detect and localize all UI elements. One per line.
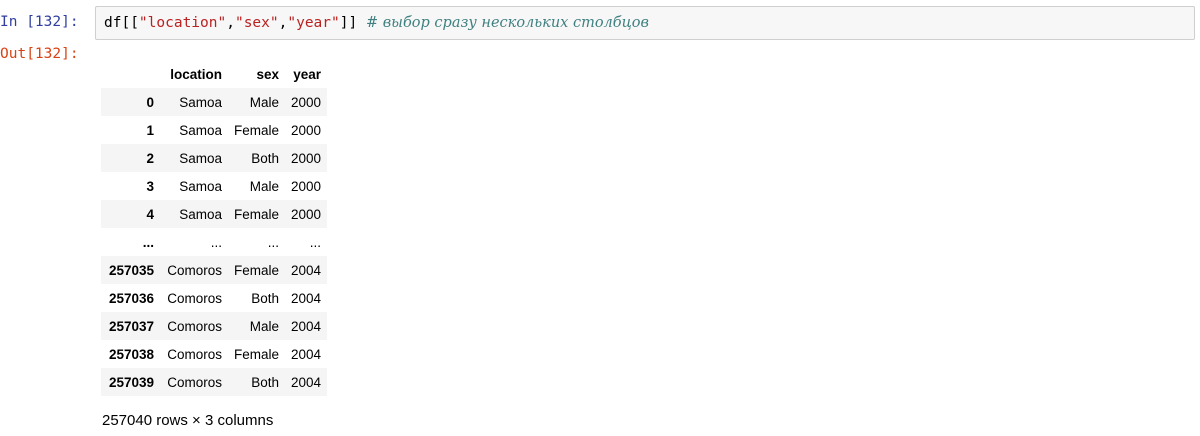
- cell-location: Comoros: [167, 262, 222, 278]
- row-index: 257038: [108, 346, 154, 362]
- code-line: df[["location","sex","year"]] # выбор ср…: [104, 15, 649, 31]
- cell-year: ...: [309, 234, 322, 250]
- cell-year: 2004: [291, 346, 322, 362]
- row-index: 257036: [108, 290, 154, 306]
- dataframe-table: location sex year 0 Samoa Male 2000 1 Sa…: [101, 60, 328, 396]
- row-index: 0: [146, 94, 154, 110]
- row-index: 257035: [108, 262, 154, 278]
- row-index: 257039: [108, 374, 154, 390]
- table-row: 0 Samoa Male 2000: [101, 88, 328, 116]
- table-row: 257039 Comoros Both 2004: [101, 368, 328, 396]
- cell-location: Samoa: [179, 206, 222, 222]
- row-index: 3: [146, 178, 154, 194]
- cell-sex: Both: [251, 290, 280, 306]
- cell-year: 2004: [291, 374, 322, 390]
- row-index: ...: [142, 234, 154, 250]
- cell-location: Samoa: [179, 94, 222, 110]
- code-string: "location": [138, 15, 227, 31]
- table-row-ellipsis: ... ... ... ...: [101, 228, 327, 256]
- cell-year: 2000: [291, 94, 322, 110]
- cell-sex: Both: [251, 374, 280, 390]
- cell-location: Comoros: [167, 318, 222, 334]
- dataframe-shape: 257040 rows × 3 columns: [102, 412, 274, 429]
- table-row: 257038 Comoros Female 2004: [101, 340, 327, 368]
- cell-year: 2000: [291, 150, 322, 166]
- cell-sex: Female: [234, 262, 280, 278]
- row-index: 257037: [108, 318, 154, 334]
- table-header-row: location sex year: [101, 60, 327, 88]
- table-row: 3 Samoa Male 2000: [101, 172, 327, 200]
- cell-year: 2004: [291, 290, 322, 306]
- cell-location: Comoros: [167, 346, 222, 362]
- code-string: "year": [287, 15, 340, 31]
- table-row: 4 Samoa Female 2000: [101, 200, 328, 228]
- cell-sex: Female: [234, 206, 280, 222]
- table-row: 257035 Comoros Female 2004: [101, 256, 328, 284]
- index-header: [101, 60, 160, 88]
- column-header-year: year: [293, 66, 322, 82]
- cell-location: Samoa: [179, 122, 222, 138]
- cell-year: 2004: [291, 318, 322, 334]
- cell-year: 2000: [291, 206, 322, 222]
- code-token: df[[: [104, 15, 139, 31]
- code-input-area[interactable]: df[["location","sex","year"]] # выбор ср…: [95, 6, 1195, 40]
- cell-location: Samoa: [179, 178, 222, 194]
- table-row: 257036 Comoros Both 2004: [101, 284, 327, 312]
- cell-sex: Both: [251, 150, 280, 166]
- code-token: ,: [226, 15, 235, 31]
- code-string: "sex": [234, 15, 279, 31]
- table-row: 2 Samoa Both 2000: [101, 144, 328, 172]
- cell-year: 2000: [291, 178, 322, 194]
- column-header-location: location: [170, 66, 222, 82]
- cell-sex: Male: [249, 318, 280, 334]
- row-index: 4: [146, 206, 154, 222]
- input-prompt: In [132]:: [0, 14, 79, 30]
- cell-location: ...: [210, 234, 222, 250]
- cell-location: Comoros: [167, 290, 222, 306]
- cell-location: Comoros: [167, 374, 222, 390]
- output-prompt: Out[132]:: [0, 46, 79, 62]
- row-index: 2: [146, 150, 154, 166]
- code-token: ]]: [339, 15, 366, 31]
- cell-sex: ...: [267, 234, 280, 250]
- cell-year: 2004: [291, 262, 322, 278]
- cell-year: 2000: [291, 122, 322, 138]
- cell-sex: Male: [249, 178, 280, 194]
- cell-location: Samoa: [179, 150, 222, 166]
- table-row: 257037 Comoros Male 2004: [101, 312, 328, 340]
- row-index: 1: [146, 122, 154, 138]
- cell-sex: Female: [234, 346, 280, 362]
- cell-sex: Female: [234, 122, 280, 138]
- column-header-sex: sex: [256, 66, 280, 82]
- code-comment: # выбор сразу нескольких столбцов: [365, 15, 649, 31]
- cell-sex: Male: [249, 94, 280, 110]
- table-row: 1 Samoa Female 2000: [101, 116, 327, 144]
